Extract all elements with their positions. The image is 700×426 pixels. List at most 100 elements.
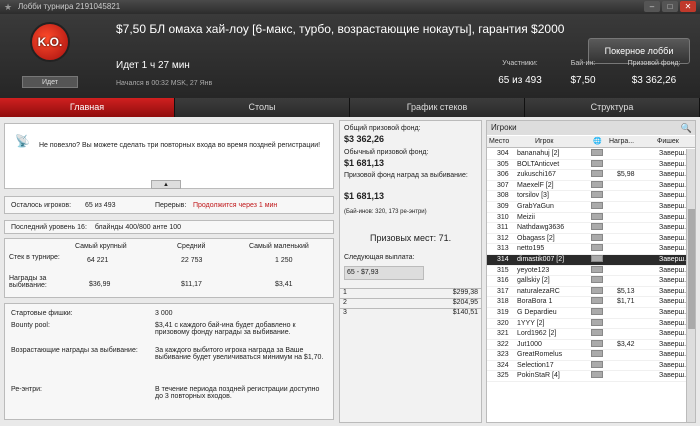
bounty-largest: $36,99 <box>89 281 111 288</box>
row-player: zukuschi167 <box>517 171 556 179</box>
flag-icon <box>591 318 603 326</box>
col-place[interactable]: Место <box>489 136 509 148</box>
tab-tables[interactable]: Столы <box>175 98 350 117</box>
table-row[interactable]: 312 Obagass [2] Заверш. <box>487 233 687 245</box>
row-place: 321 <box>497 330 509 338</box>
row-chips: Заверш. <box>659 330 687 338</box>
star-icon[interactable]: ★ <box>4 0 12 14</box>
table-row[interactable]: 309 GrabYaGun Заверш. <box>487 201 687 213</box>
total-prize-value: $3 362,26 <box>344 134 385 144</box>
table-row[interactable]: 317 naturalezaRC $5,13 Заверш. <box>487 286 687 298</box>
row-bounty: $5,98 <box>617 171 635 179</box>
players-left-value: 65 из 493 <box>85 202 116 209</box>
bounty-pool-label: Bounty pool: <box>11 322 50 329</box>
row-place: 308 <box>497 192 509 200</box>
tab-structure[interactable]: Структура <box>525 98 700 117</box>
tournament-name: $7,50 БЛ омаха хай-лоу [6-макс, турбо, в… <box>116 22 565 36</box>
row-chips: Заверш. <box>659 308 687 316</box>
flag-icon <box>591 191 603 199</box>
message-box: 📡 Не повезло? Вы можете сделать три повт… <box>4 123 334 189</box>
flag-icon <box>591 350 603 358</box>
row-player: torsilov [3] <box>517 192 549 200</box>
row-place: 320 <box>497 319 509 327</box>
row-chips: Заверш. <box>659 224 687 232</box>
table-row[interactable]: 310 Meizii Заверш. <box>487 212 687 224</box>
row-player: BoraBora 1 <box>517 298 553 306</box>
players-scrollbar[interactable] <box>686 149 695 422</box>
col-chips[interactable]: Фишек <box>657 136 679 148</box>
maximize-button[interactable]: □ <box>662 1 678 12</box>
close-button[interactable]: ✕ <box>680 1 696 12</box>
window-controls: – □ ✕ <box>644 1 696 12</box>
flag-icon <box>591 149 603 156</box>
row-place: 323 <box>497 351 509 359</box>
table-row[interactable]: 308 torsilov [3] Заверш. <box>487 191 687 202</box>
flag-icon <box>591 307 603 315</box>
title-bar: ★ Лобби турнира 2191045821 – □ ✕ <box>0 0 700 14</box>
level-row: Последний уровень 16: блайнды 400/800 ан… <box>4 220 334 234</box>
header-smallest: Самый маленький <box>249 243 309 250</box>
table-row[interactable]: 304 bananahuj [2] Заверш. <box>487 149 687 160</box>
tab-stack-chart[interactable]: График стеков <box>350 98 525 117</box>
table-row[interactable]: 322 Jut1000 $3,42 Заверш. <box>487 339 687 351</box>
row-player: MaexelF [2] <box>517 181 554 189</box>
chevron-up-icon[interactable]: ▲ <box>151 180 181 189</box>
row-chips: Заверш. <box>659 160 687 168</box>
table-row[interactable]: 307 MaexelF [2] Заверш. <box>487 180 687 192</box>
flag-icon <box>591 297 603 305</box>
row-player: Obagass [2] <box>517 234 555 242</box>
table-row[interactable]: 315 yeyote123 Заверш. <box>487 265 687 277</box>
row-chips: Заверш. <box>659 340 687 348</box>
tab-bar: Главная Столы График стеков Структура <box>0 98 700 117</box>
table-row[interactable]: 323 GreatRomelus Заверш. <box>487 350 687 361</box>
row-chips: Заверш. <box>659 372 687 380</box>
table-row[interactable]: 305 BOLTAnticvet Заверш. <box>487 159 687 171</box>
stack-smallest: 1 250 <box>275 257 293 264</box>
table-row[interactable]: 325 PokinStaR [4] Заверш. <box>487 371 687 383</box>
table-row[interactable]: 319 G Depardieu Заверш. <box>487 307 687 319</box>
total-prize-label: Общий призовой фонд: <box>344 125 421 132</box>
row-chips: Заверш. <box>659 234 687 242</box>
row-chips: Заверш. <box>659 213 687 221</box>
minimize-button[interactable]: – <box>644 1 660 12</box>
table-row[interactable]: 320 1YYY [2] Заверш. <box>487 318 687 330</box>
globe-icon[interactable]: 🌐 <box>593 136 602 148</box>
table-row[interactable]: 306 zukuschi167 $5,98 Заверш. <box>487 170 687 181</box>
row-place: 319 <box>497 308 509 316</box>
row-place: 316 <box>497 277 509 285</box>
table-row[interactable]: 314 dimastik007 [2] Заверш. <box>487 254 687 266</box>
starting-chips-value: 3 000 <box>155 310 173 317</box>
regular-prize-value: $1 681,13 <box>344 158 385 168</box>
window-title: Лобби турнира 2191045821 <box>18 2 121 11</box>
table-row[interactable]: 324 Selection17 Заверш. <box>487 360 687 372</box>
flag-icon <box>591 244 603 252</box>
table-row[interactable]: 318 BoraBora 1 $1,71 Заверш. <box>487 297 687 308</box>
col-bounty[interactable]: Награ... <box>609 136 634 148</box>
row-player: Jut1000 <box>517 340 542 348</box>
progressive-label: Возрастающие награды за выбивание: <box>11 347 138 354</box>
players-title: Игроки 🔍 <box>487 121 695 135</box>
table-row[interactable]: 316 gallskiy [2] Заверш. <box>487 276 687 287</box>
row-player: yeyote123 <box>517 266 550 274</box>
row-place: 322 <box>497 340 509 348</box>
search-icon[interactable]: 🔍 <box>681 121 692 135</box>
flag-icon <box>591 371 603 379</box>
flag-icon <box>591 223 603 231</box>
row-chips: Заверш. <box>659 181 687 189</box>
ko-logo: K.O. <box>30 22 70 62</box>
row-chips: Заверш. <box>659 171 687 179</box>
elapsed-time: Идет 1 ч 27 мин <box>116 60 190 71</box>
bounty-pool-value: $3,41 с каждого бай-ина будет добавлено … <box>155 322 296 336</box>
table-row[interactable]: 313 netto195 Заверш. <box>487 244 687 255</box>
antenna-icon: 📡 <box>15 134 30 148</box>
col-player[interactable]: Игрок <box>535 136 553 148</box>
tab-main[interactable]: Главная <box>0 98 175 117</box>
table-row[interactable]: 311 Nathdawg3636 Заверш. <box>487 223 687 234</box>
row-chips: Заверш. <box>659 245 687 253</box>
payout-row: 2 $204,95 <box>340 298 481 306</box>
row-player: Selection17 <box>517 361 554 369</box>
row-chips: Заверш. <box>659 277 687 285</box>
table-row[interactable]: 321 Lord1962 [2] Заверш. <box>487 329 687 340</box>
stat-prizepool: Призовой фонд: $3 362,26 <box>627 60 681 86</box>
row-place: 324 <box>497 361 509 369</box>
